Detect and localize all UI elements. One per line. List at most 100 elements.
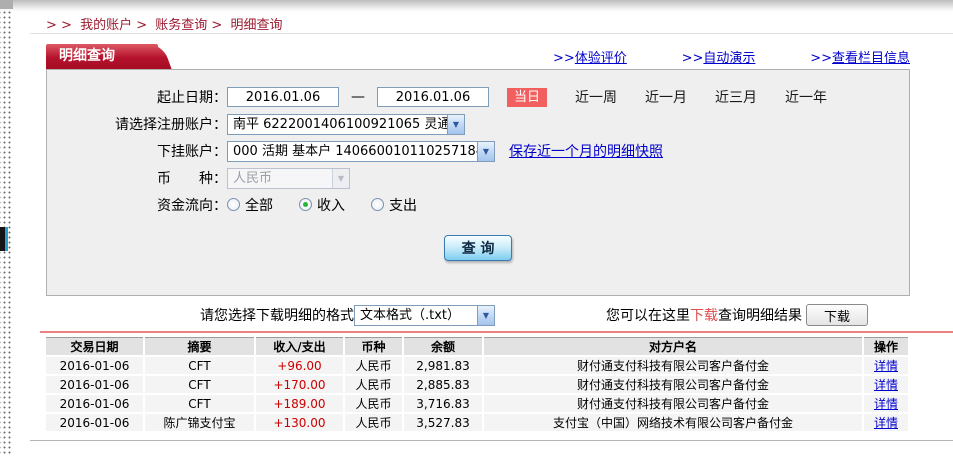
flow-radio-label: 收入: [317, 195, 345, 215]
breadcrumb-item-my-account[interactable]: 我的账户: [80, 18, 132, 33]
col-balance: 余额: [403, 338, 483, 357]
registered-account-select[interactable]: 南平 6222001406100921065 灵通卡 ▼: [227, 114, 465, 135]
period-last-month-link[interactable]: 近一月: [645, 87, 687, 107]
col-action: 操作: [863, 338, 908, 357]
cell-counterparty: 支付宝（中国）网络技术有限公司客户备付金: [483, 413, 863, 432]
cell-action: 详情: [863, 394, 908, 413]
date-to-input[interactable]: [377, 87, 489, 107]
download-inline-link[interactable]: 下载: [690, 308, 718, 324]
breadcrumb-separator: >: [211, 18, 222, 33]
cell-balance: 3,527.83: [403, 413, 483, 432]
table-row: 2016-01-06CFT+96.00人民币2,981.83财付通支付科技有限公…: [46, 356, 908, 375]
period-last-year-link[interactable]: 近一年: [785, 87, 827, 107]
date-range-label: 起止日期：: [47, 87, 227, 107]
cell-date: 2016-01-06: [46, 413, 144, 432]
table-row: 2016-01-06陈广锦支付宝+130.00人民币3,527.83支付宝（中国…: [46, 413, 908, 432]
cell-counterparty: 财付通支付科技有限公司客户备付金: [483, 394, 863, 413]
breadcrumb-item-detail-query[interactable]: 明细查询: [230, 18, 282, 33]
registered-account-row: 请选择注册账户： 南平 6222001406100921065 灵通卡 ▼: [47, 113, 909, 135]
flow-radio-option[interactable]: 支出: [371, 195, 417, 215]
save-monthly-snapshot-link[interactable]: 保存近一个月的明细快照: [509, 141, 663, 161]
bottom-divider: [30, 440, 953, 441]
cell-currency: 人民币: [344, 375, 403, 394]
auto-demo-link-wrap: >>自动演示: [682, 47, 756, 66]
window-top-gradient: [0, 0, 953, 12]
experience-rating-link-wrap: >>体验评价: [553, 47, 627, 66]
currency-label: 币 种：: [47, 168, 227, 188]
link-prefix: >>: [682, 51, 704, 66]
download-button[interactable]: 下载: [806, 304, 868, 326]
table-row: 2016-01-06CFT+170.00人民币2,885.83财付通支付科技有限…: [46, 375, 908, 394]
detail-link[interactable]: 详情: [874, 378, 898, 392]
experience-rating-link[interactable]: 体验评价: [575, 51, 627, 66]
download-hint-suffix: 查询明细结果: [718, 308, 802, 324]
currency-select-disabled: 人民币 ▼: [227, 168, 350, 189]
col-counterparty: 对方户名: [483, 338, 863, 357]
chevron-down-icon[interactable]: ▼: [477, 306, 494, 325]
cell-action: 详情: [863, 413, 908, 432]
fund-flow-label: 资金流向：: [47, 195, 227, 215]
col-date: 交易日期: [46, 338, 144, 357]
cell-balance: 2,885.83: [403, 375, 483, 394]
flow-radio-label: 支出: [389, 195, 417, 215]
cell-currency: 人民币: [344, 394, 403, 413]
cell-amount: +189.00: [255, 394, 344, 413]
cell-balance: 3,716.83: [403, 394, 483, 413]
fund-flow-row: 资金流向： 全部 收入 支出: [47, 194, 909, 216]
cell-summary: CFT: [144, 375, 255, 394]
detail-link[interactable]: 详情: [874, 397, 898, 411]
chevron-down-icon[interactable]: ▼: [447, 115, 464, 134]
radio-icon[interactable]: [227, 198, 240, 211]
tab-detail-query[interactable]: 明细查询: [46, 44, 158, 69]
detail-link[interactable]: 详情: [874, 416, 898, 430]
period-last-3-months-link[interactable]: 近三月: [715, 87, 757, 107]
query-button[interactable]: 查 询: [444, 235, 512, 261]
transactions-table: 交易日期 摘要 收入/支出 币种 余额 对方户名 操作 2016-01-06CF…: [46, 337, 908, 433]
radio-icon[interactable]: [299, 198, 312, 211]
cell-action: 详情: [863, 356, 908, 375]
flow-radio-label: 全部: [245, 195, 273, 215]
detail-link[interactable]: 详情: [874, 359, 898, 373]
cell-currency: 人民币: [344, 356, 403, 375]
cell-date: 2016-01-06: [46, 394, 144, 413]
column-info-link[interactable]: 查看栏目信息: [832, 51, 910, 66]
date-from-input[interactable]: [227, 87, 339, 107]
cell-summary: CFT: [144, 356, 255, 375]
download-format-value: 文本格式（.txt）: [355, 306, 477, 325]
breadcrumb-divider: [30, 33, 953, 34]
radio-icon[interactable]: [371, 198, 384, 211]
chevron-down-icon: ▼: [332, 169, 349, 188]
download-hint-prefix: 您可以在这里: [606, 308, 690, 324]
sub-account-select[interactable]: 000 活期 基本户 1406600101102571848 ▼: [227, 141, 495, 162]
download-hint-group: 您可以在这里下载查询明细结果 下载: [606, 304, 910, 326]
cell-summary: 陈广锦支付宝: [144, 413, 255, 432]
splitter-collapse-handle[interactable]: [0, 227, 8, 251]
flow-radio-option[interactable]: 收入: [299, 195, 345, 215]
period-today-badge[interactable]: 当日: [507, 88, 547, 107]
cell-date: 2016-01-06: [46, 375, 144, 394]
column-info-link-wrap: >>查看栏目信息: [810, 47, 910, 66]
flow-radio-option[interactable]: 全部: [227, 195, 273, 215]
auto-demo-link[interactable]: 自动演示: [703, 51, 755, 66]
registered-account-label: 请选择注册账户：: [47, 114, 227, 134]
cell-counterparty: 财付通支付科技有限公司客户备付金: [483, 375, 863, 394]
date-range-row: 起止日期： — 当日 近一周 近一月 近三月 近一年: [47, 86, 909, 108]
chevron-down-icon[interactable]: ▼: [477, 142, 494, 161]
col-amount: 收入/支出: [255, 338, 344, 357]
period-last-week-link[interactable]: 近一周: [575, 87, 617, 107]
corner-block: [0, 0, 13, 9]
registered-account-value: 南平 6222001406100921065 灵通卡: [228, 115, 447, 134]
download-row: 请您选择下载明细的格式 文本格式（.txt） ▼ 您可以在这里下载查询明细结果 …: [46, 301, 910, 329]
breadcrumb-item-account-query[interactable]: 账务查询: [155, 18, 207, 33]
query-form-panel: 起止日期： — 当日 近一周 近一月 近三月 近一年 请选择注册账户： 南平 6…: [46, 69, 910, 296]
breadcrumb: > > 我的账户 > 账务查询 > 明细查询: [46, 14, 282, 33]
date-dash: —: [351, 89, 365, 105]
download-format-select[interactable]: 文本格式（.txt） ▼: [354, 305, 495, 326]
flow-options: 全部 收入 支出: [227, 195, 443, 216]
breadcrumb-prefix: > >: [46, 18, 72, 33]
red-divider: [40, 331, 953, 333]
cell-action: 详情: [863, 375, 908, 394]
download-hint: 您可以在这里下载查询明细结果: [606, 305, 802, 325]
query-button-row: 查 询: [47, 235, 909, 261]
breadcrumb-separator: >: [136, 18, 147, 33]
